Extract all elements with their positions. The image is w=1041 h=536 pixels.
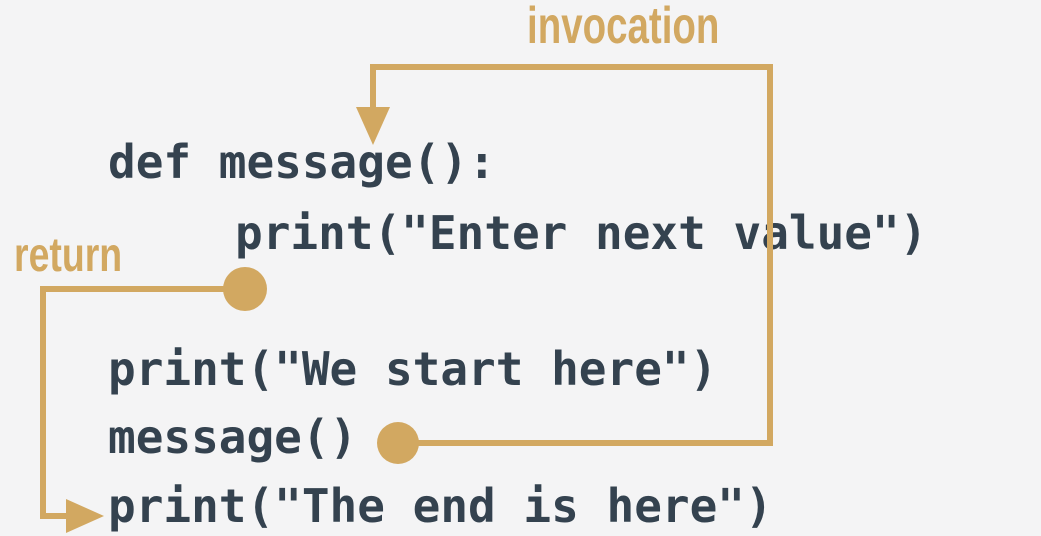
invocation-arrowhead-icon xyxy=(356,107,390,145)
flow-diagram: def message(): print("Enter next value")… xyxy=(0,0,1041,536)
return-start-dot xyxy=(223,267,267,311)
return-arrowhead-icon xyxy=(66,499,104,533)
invocation-label: invocation xyxy=(527,0,720,55)
invocation-start-dot xyxy=(377,422,419,464)
return-arrow-path xyxy=(40,286,245,519)
invocation-arrow-path xyxy=(370,64,773,446)
return-label: return xyxy=(14,229,123,282)
flow-arrows xyxy=(40,64,773,533)
